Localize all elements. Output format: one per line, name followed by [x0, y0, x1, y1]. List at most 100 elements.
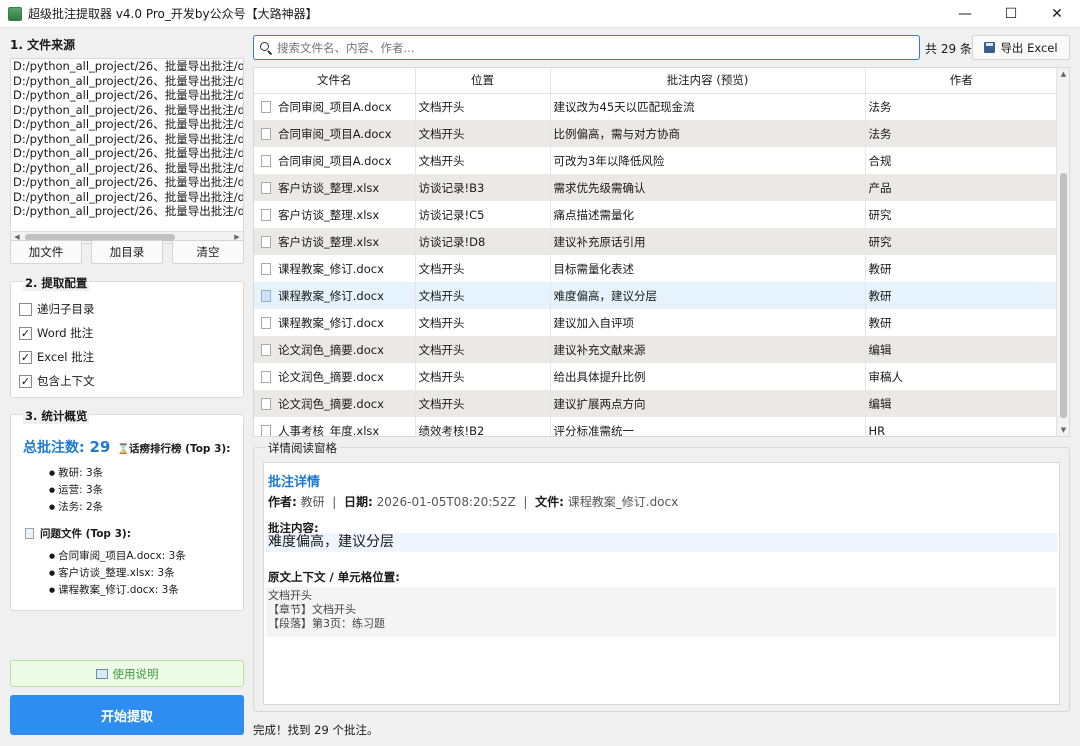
minimize-button[interactable]: —: [942, 0, 988, 28]
table-row[interactable]: 论文润色_摘要.docx 文档开头 建议扩展两点方向 编辑: [254, 390, 1057, 417]
table-row[interactable]: 论文润色_摘要.docx 文档开头 建议补充文献来源 编辑: [254, 336, 1057, 363]
add-directory-button[interactable]: 加目录: [91, 240, 163, 264]
table-row[interactable]: 客户访谈_整理.xlsx 访谈记录!B3 需求优先级需确认 产品: [254, 174, 1057, 201]
detail-context-label: 原文上下文 / 单元格位置:: [268, 570, 400, 584]
table-row[interactable]: 客户访谈_整理.xlsx 访谈记录!D8 建议补充原话引用 研究: [254, 228, 1057, 255]
file-icon: [261, 343, 271, 356]
start-extract-button[interactable]: 开始提取: [10, 695, 244, 735]
file-list-item[interactable]: D:/python_all_project/26、批量导出批注/dem: [11, 204, 243, 219]
checkbox[interactable]: ✓: [19, 326, 32, 340]
option-recursive[interactable]: 递归子目录: [19, 301, 95, 317]
cell-filename: 客户访谈_整理.xlsx: [254, 228, 416, 255]
cell-content: 评分标准需统一: [550, 417, 866, 436]
file-list-item[interactable]: D:/python_all_project/26、批量导出批注/dem: [11, 117, 243, 132]
cell-filename: 人事考核_年度.xlsx: [254, 417, 416, 436]
column-header-filename[interactable]: 文件名: [254, 68, 416, 94]
detail-file: 课程教案_修订.docx: [567, 495, 679, 509]
add-file-button[interactable]: 加文件: [10, 240, 82, 264]
table-row[interactable]: 合同审阅_项目A.docx 文档开头 建议改为45天以匹配现金流 法务: [254, 93, 1057, 120]
file-list-item[interactable]: D:/python_all_project/26、批量导出批注/dem: [11, 74, 243, 89]
column-header-content[interactable]: 批注内容 (预览): [550, 68, 866, 94]
cell-content: 比例偏高，需与对方协商: [550, 120, 866, 147]
option-excel[interactable]: ✓ Excel 批注: [19, 349, 94, 365]
table-row[interactable]: 合同审阅_项目A.docx 文档开头 可改为3年以降低风险 合规: [254, 147, 1057, 174]
file-list-item[interactable]: D:/python_all_project/26、批量导出批注/dem: [11, 132, 243, 147]
table-row[interactable]: 人事考核_年度.xlsx 绩效考核!B2 评分标准需统一 HR: [254, 417, 1057, 436]
checkbox[interactable]: ✓: [19, 350, 32, 364]
detail-content[interactable]: 批注详情 作者: 教研 | 日期: 2026-01-05T08:20:52Z |…: [263, 462, 1060, 705]
column-header-location[interactable]: 位置: [415, 68, 551, 94]
detail-heading: 批注详情: [268, 475, 321, 490]
table-row[interactable]: 课程教案_修订.docx 文档开头 建议加入自评项 教研: [254, 309, 1057, 336]
clear-button[interactable]: 清空: [172, 240, 244, 264]
table-vscrollbar[interactable]: ▲ ▼: [1056, 68, 1069, 436]
file-list[interactable]: D:/python_all_project/26、批量导出批注/dem D:/py…: [10, 58, 244, 244]
status-bar: 完成！找到 29 个批注。: [253, 723, 379, 737]
cell-filename: 论文润色_摘要.docx: [254, 363, 416, 390]
app-icon: [8, 6, 22, 21]
cell-author: 研究: [868, 207, 892, 222]
table-row[interactable]: 课程教案_修订.docx 文档开头 难度偏高，建议分层 教研: [254, 282, 1057, 309]
table-row[interactable]: 论文润色_摘要.docx 文档开头 给出具体提升比例 审稿人: [254, 363, 1057, 390]
cell-location: 文档开头: [415, 309, 551, 336]
rank-item: 法务: 2条: [49, 499, 103, 514]
cell-content: 给出具体提升比例: [550, 363, 866, 390]
book-icon: [95, 668, 108, 679]
table-row[interactable]: 合同审阅_项目A.docx 文档开头 比例偏高，需与对方协商 法务: [254, 120, 1057, 147]
option-word[interactable]: ✓ Word 批注: [19, 325, 93, 341]
column-header-author[interactable]: 作者: [865, 68, 1057, 94]
file-list-item[interactable]: D:/python_all_project/26、批量导出批注/dem: [11, 190, 243, 205]
file-icon: [261, 235, 271, 248]
file-source-title: 1. 文件来源: [10, 38, 76, 52]
scroll-down-icon[interactable]: ▼: [1057, 424, 1069, 436]
scroll-thumb[interactable]: [1060, 173, 1067, 418]
cell-filename: 客户访谈_整理.xlsx: [254, 201, 416, 228]
cell-filename: 合同审阅_项目A.docx: [254, 120, 416, 147]
file-icon: [261, 154, 271, 167]
cell-filename: 论文润色_摘要.docx: [254, 336, 416, 363]
file-list-item[interactable]: D:/python_all_project/26、批量导出批注/dem: [11, 175, 243, 190]
cell-content: 难度偏高，建议分层: [550, 282, 866, 309]
cell-location: 绩效考核!B2: [415, 417, 551, 436]
total-count: 总批注数: 29: [23, 438, 111, 456]
result-count: 共 29 条: [925, 42, 972, 56]
detail-meta: 作者: 教研 | 日期: 2026-01-05T08:20:52Z | 文件: …: [268, 495, 679, 509]
file-list-item[interactable]: D:/python_all_project/26、批量导出批注/dem: [11, 161, 243, 176]
option-context[interactable]: ✓ 包含上下文: [19, 373, 95, 389]
help-button[interactable]: 使用说明: [10, 660, 244, 687]
detail-comment-text: 难度偏高，建议分层: [266, 533, 1058, 552]
search-box[interactable]: [253, 35, 920, 60]
file-list-item[interactable]: D:/python_all_project/26、批量导出批注/dem: [11, 88, 243, 103]
window-title: 超级批注提取器 v4.0 Pro_开发by公众号【大路神器】: [28, 7, 318, 21]
file-list-item[interactable]: D:/python_all_project/26、批量导出批注/dem: [11, 146, 243, 161]
cell-content: 需求优先级需确认: [550, 174, 866, 201]
close-button[interactable]: ✕: [1034, 0, 1080, 28]
cell-filename: 课程教案_修订.docx: [254, 282, 416, 309]
detail-pane: 详情阅读窗格 批注详情 作者: 教研 | 日期: 2026-01-05T08:2…: [253, 440, 1070, 712]
cell-filename: 合同审阅_项目A.docx: [254, 147, 416, 174]
cell-author: 教研: [868, 315, 892, 330]
cell-location: 访谈记录!D8: [415, 228, 551, 255]
rank-item: 教研: 3条: [49, 465, 103, 480]
checkbox[interactable]: [19, 302, 32, 316]
cell-location: 文档开头: [415, 255, 551, 282]
comments-table[interactable]: 文件名 位置 批注内容 (预览) 作者 合同审阅_项目A.docx 文档开头 建议改…: [253, 67, 1070, 437]
table-row[interactable]: 课程教案_修订.docx 文档开头 目标需量化表述 教研: [254, 255, 1057, 282]
cell-content: 建议补充文献来源: [550, 336, 866, 363]
search-input[interactable]: [277, 40, 897, 55]
file-icon: [261, 289, 271, 302]
file-icon: [261, 181, 271, 194]
cell-filename: 课程教案_修订.docx: [254, 255, 416, 282]
cell-content: 目标需量化表述: [550, 255, 866, 282]
table-row[interactable]: 客户访谈_整理.xlsx 访谈记录!C5 痛点描述需量化 研究: [254, 201, 1057, 228]
scroll-up-icon[interactable]: ▲: [1057, 68, 1069, 80]
cell-content: 建议改为45天以匹配现金流: [550, 93, 866, 120]
file-list-item[interactable]: D:/python_all_project/26、批量导出批注/dem: [11, 59, 243, 74]
file-list-item[interactable]: D:/python_all_project/26、批量导出批注/dem: [11, 103, 243, 118]
detail-pane-title: 详情阅读窗格: [266, 440, 339, 456]
context-line: 文档开头: [268, 589, 312, 602]
export-excel-button[interactable]: 导出 Excel: [972, 35, 1070, 60]
cell-author: 合规: [868, 153, 892, 168]
maximize-button[interactable]: ☐: [988, 0, 1034, 28]
checkbox[interactable]: ✓: [19, 374, 32, 388]
